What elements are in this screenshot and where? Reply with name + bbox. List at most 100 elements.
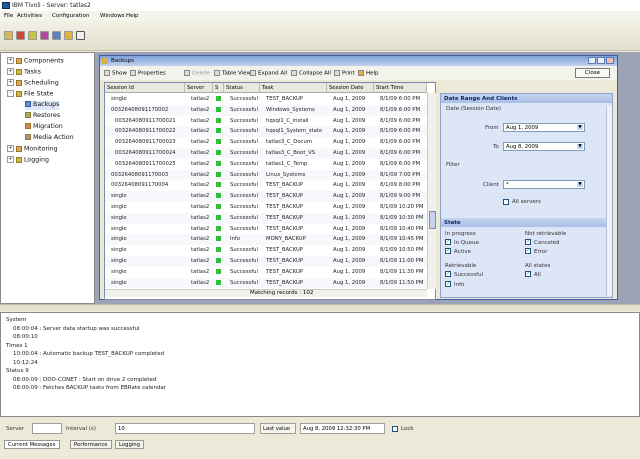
table-row[interactable]: single tatlas2 Successful TEST_BACKUP Aug 1,… [105, 212, 427, 224]
panel-scrollbar[interactable] [606, 106, 612, 296]
date-range-header[interactable]: Date Range And Clients [441, 94, 612, 103]
help-button[interactable]: Help [358, 70, 379, 77]
close-icon[interactable] [606, 57, 614, 64]
table-row[interactable]: single tatlas2 Info MONY_BACKUP Aug 1, 2009 8… [105, 234, 427, 246]
menu-help[interactable]: Help [126, 13, 139, 19]
column-header-server[interactable]: Server [185, 83, 213, 93]
tree-item-monitoring[interactable]: + Monitoring [7, 145, 58, 154]
table-row[interactable]: single tatlas2 Successful TEST_BACKUP Aug 1,… [105, 202, 427, 213]
column-header-start-time[interactable]: Start Time [374, 83, 427, 93]
state-checkbox[interactable]: ✓ [445, 281, 451, 287]
table-row[interactable]: single tatlas2 Successful TEST_BACKUP Aug 1,… [105, 191, 427, 202]
collapse-icon[interactable]: - [7, 90, 14, 97]
state-label: Canceled [534, 240, 560, 246]
column-header-task[interactable]: Task [260, 83, 327, 93]
tree-item-migration[interactable]: Migration [25, 123, 63, 132]
menu-windows[interactable]: Windows [100, 13, 125, 19]
table-row[interactable]: single tatlas2 Successful TEST_BACKUP Aug 1,… [105, 256, 427, 267]
tree-item-media-action[interactable]: Media Action [25, 134, 74, 143]
tree-item-backups[interactable]: Backups [25, 101, 60, 110]
properties-icon [130, 70, 136, 76]
table-row[interactable]: 003264080911700025 tatlas2 Successful tatla… [105, 159, 427, 170]
table-row[interactable]: single tatlas2 Successful TEST_BACKUP Aug 1,… [105, 277, 427, 289]
migrate-icon[interactable] [40, 31, 49, 40]
backups-window-title: Backups [111, 58, 135, 64]
expand-icon[interactable]: + [7, 68, 14, 75]
column-header-session-id[interactable]: Session Id [105, 83, 185, 93]
table-cell: 8/1/09 6:00 PM [380, 139, 421, 146]
backup-icon[interactable] [16, 31, 25, 40]
expand-icon[interactable]: + [7, 156, 14, 163]
table-cell: tatlas2 [191, 268, 210, 275]
tab-current-messages[interactable]: Current Messages [4, 440, 60, 449]
delete-button[interactable]: Delete [184, 70, 210, 77]
client-select[interactable]: * ▼ [503, 180, 585, 189]
monitor-icon[interactable] [52, 31, 61, 40]
show-button[interactable]: Show [104, 70, 127, 77]
state-checkbox[interactable]: ✓ [445, 248, 451, 254]
properties-button[interactable]: Properties [130, 70, 166, 77]
menu-configuration[interactable]: Configuration [52, 13, 89, 19]
tab-logging[interactable]: Logging [115, 440, 145, 449]
column-header-status[interactable]: Status [224, 83, 260, 93]
backups-window-titlebar[interactable]: Backups [100, 56, 617, 66]
pane-splitter[interactable] [0, 304, 640, 311]
column-header-s[interactable]: S [213, 83, 224, 93]
last-value-button[interactable]: Last value [260, 423, 296, 434]
table-view-button[interactable]: Table View [214, 70, 251, 77]
state-checkbox[interactable]: ✓ [445, 239, 451, 245]
table-cell: Aug 1, 2009 [333, 139, 366, 146]
to-date-select[interactable]: Aug 8, 2009 ▼ [503, 142, 585, 151]
table-row[interactable]: 003264080911700023 tatlas2 Successful tatla… [105, 137, 427, 148]
column-header-session-date[interactable]: Session Date [327, 83, 374, 93]
close-button[interactable]: Close [575, 68, 610, 78]
folder-icon[interactable] [4, 31, 13, 40]
server-select[interactable] [32, 423, 62, 434]
table-row[interactable]: 003264080911700024 tatlas2 Successful tatla… [105, 148, 427, 159]
table-cell: Successful [230, 182, 259, 189]
tree-item-tasks[interactable]: + Tasks [7, 68, 41, 77]
table-row[interactable]: 003264080911700022 tatlas2 Successful hqsql… [105, 126, 427, 138]
state-checkbox[interactable]: ✓ [445, 271, 451, 277]
restore-icon[interactable] [28, 31, 37, 40]
all-servers-checkbox[interactable] [503, 199, 509, 205]
vertical-scrollbar[interactable] [427, 93, 436, 289]
scrollbar-thumb[interactable] [429, 211, 436, 229]
table-row[interactable]: single tatlas2 Successful TEST_BACKUP Aug 1,… [105, 94, 427, 105]
tree-item-restores[interactable]: Restores [25, 112, 60, 121]
expand-icon[interactable]: + [7, 79, 14, 86]
lock-checkbox[interactable] [392, 426, 398, 432]
expand-all-button[interactable]: Expand All [250, 70, 287, 77]
state-header[interactable]: State [441, 218, 612, 227]
table-cell: tatlas2 [191, 106, 210, 113]
tree-item-components[interactable]: + Components [7, 57, 64, 66]
expand-icon[interactable]: + [7, 57, 14, 64]
menu-file[interactable]: File [4, 13, 13, 19]
tree-item-logging[interactable]: + Logging [7, 156, 49, 165]
from-date-select[interactable]: Aug 1, 2009 ▼ [503, 123, 585, 132]
state-checkbox[interactable]: ✓ [525, 248, 531, 254]
collapse-all-button[interactable]: Collapse All [291, 70, 331, 77]
help-icon[interactable] [64, 31, 73, 40]
minimize-icon[interactable] [588, 57, 596, 64]
expand-icon[interactable]: + [7, 145, 14, 152]
table-row[interactable]: single tatlas2 Successful TEST_BACKUP Aug 1,… [105, 224, 427, 235]
interval-field[interactable]: 10 [115, 423, 255, 434]
table-row[interactable]: 00326408091170004 tatlas2 Successful TEST_B… [105, 180, 427, 191]
state-checkbox[interactable]: ✓ [525, 239, 531, 245]
maximize-icon[interactable] [597, 57, 605, 64]
from-label: From [485, 125, 499, 131]
table-row[interactable]: 003264080911700021 tatlas2 Successful hqsql… [105, 116, 427, 127]
table-row[interactable]: single tatlas2 Successful TEST_BACKUP Aug 1,… [105, 245, 427, 256]
table-row[interactable]: 00326408091170002 tatlas2 Successful Window… [105, 104, 427, 116]
tree-item-scheduling[interactable]: + Scheduling [7, 79, 59, 88]
table-cell: TEST_BACKUP [266, 225, 304, 232]
tree-item-file-state[interactable]: - File State [7, 90, 53, 99]
print-button[interactable]: Print [334, 70, 355, 77]
window-icon[interactable] [76, 31, 85, 40]
menu-activities[interactable]: Activities [17, 13, 42, 19]
table-row[interactable]: single tatlas2 Successful TEST_BACKUP Aug 1,… [105, 267, 427, 278]
table-row[interactable]: 00326408091170003 tatlas2 Successful Linux_… [105, 169, 427, 181]
state-checkbox[interactable]: ✓ [525, 271, 531, 277]
tab-performance[interactable]: Performance [70, 440, 112, 449]
